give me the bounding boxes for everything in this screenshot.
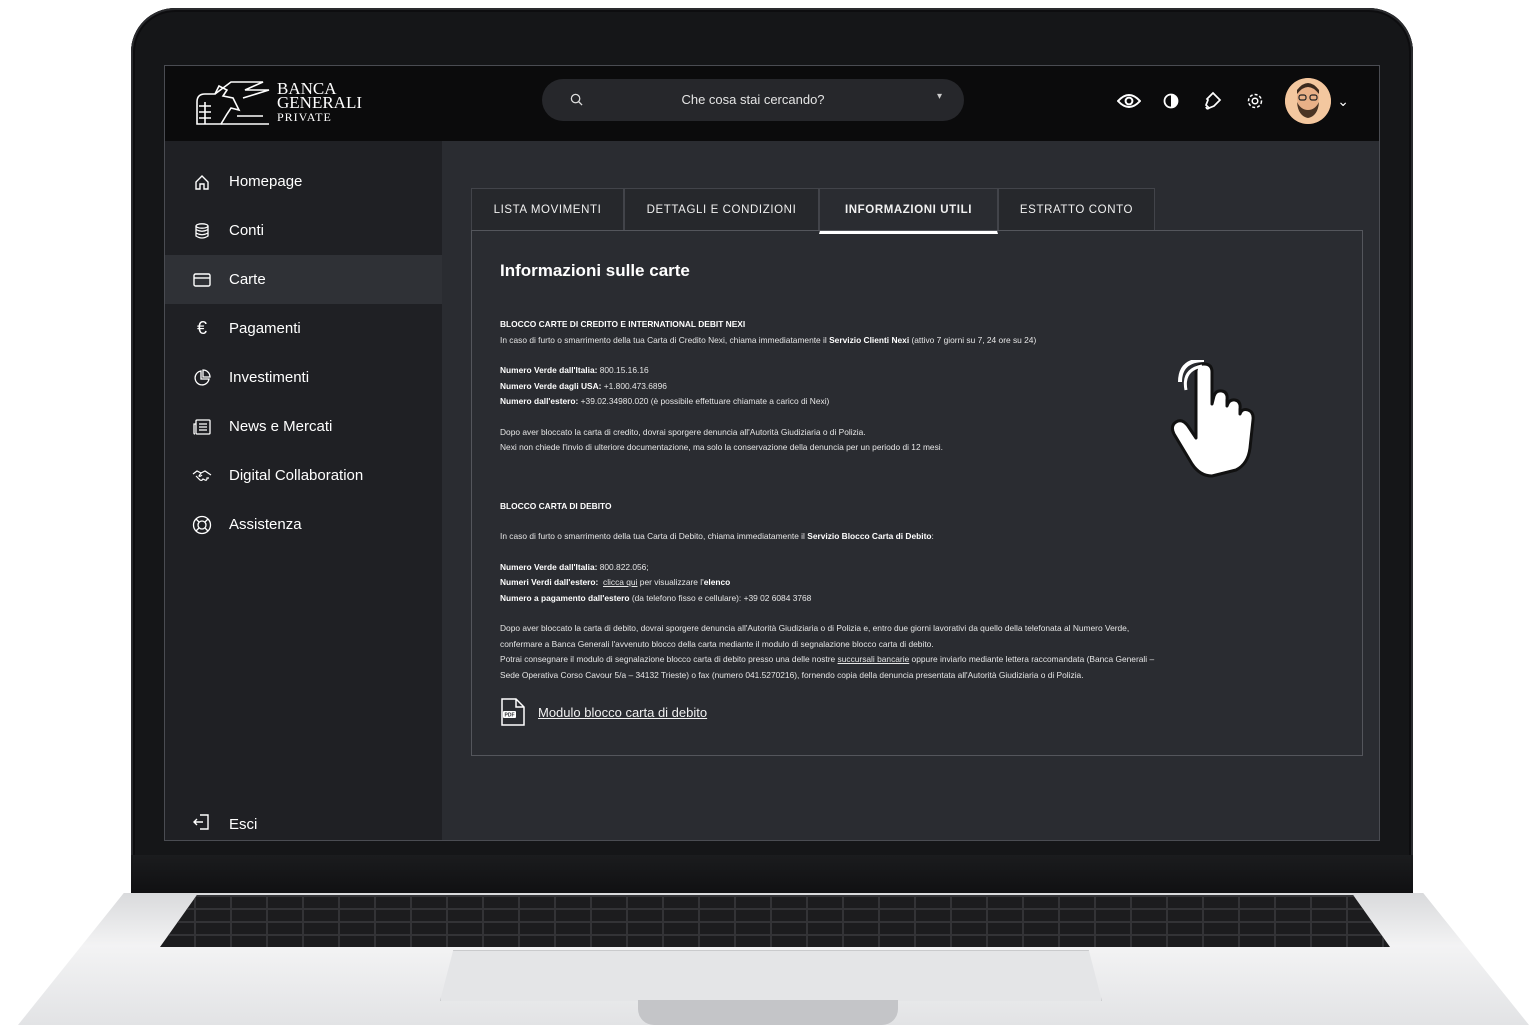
debit-paragraph-1: Dopo aver bloccato la carta di debito, d… <box>500 623 1130 633</box>
number-label: Numero Verde dall'Italia: <box>500 561 598 572</box>
number-value: 800.822.056; <box>597 561 649 572</box>
user-photo-icon <box>1285 78 1332 124</box>
top-bar: BANCA GENERALI PRIVATE Che cosa stai cer… <box>165 66 1379 141</box>
brand-line-3: PRIVATE <box>277 110 332 124</box>
laptop-notch <box>638 1000 898 1025</box>
debit-intro-tail: : <box>931 531 934 541</box>
gear-icon[interactable] <box>1243 89 1267 113</box>
sidebar-item-homepage[interactable]: Homepage <box>165 157 442 206</box>
tab-lista-movimenti[interactable]: LISTA MOVIMENTI <box>471 188 624 231</box>
number-label: Numero a pagamento dall'estero <box>500 592 630 603</box>
sidebar-item-pagamenti[interactable]: € Pagamenti <box>165 304 442 353</box>
sidebar-item-label: News e Mercati <box>229 418 333 435</box>
paragraph-text: oppure inviarlo mediante lettera raccoma… <box>909 654 1155 664</box>
debit-paragraph-2: confermare a Banca Generali l'avvenuto b… <box>500 638 934 649</box>
sidebar-item-investimenti[interactable]: Investimenti <box>165 353 442 402</box>
news-icon <box>192 417 212 437</box>
debit-paragraph-4: Sede Operativa Corso Cavour 5/a – 34132 … <box>500 669 1084 680</box>
contrast-icon[interactable] <box>1159 89 1183 113</box>
bell-icon[interactable] <box>1201 89 1225 113</box>
page-title: Informazioni sulle carte <box>500 261 690 280</box>
search-placeholder[interactable]: Che cosa stai cercando? <box>542 92 964 107</box>
debit-number-paid: Numero a pagamento dall'estero (da telef… <box>500 591 1330 607</box>
sidebar-item-digital-collaboration[interactable]: Digital Collaboration <box>165 451 442 500</box>
sidebar: Homepage Conti Carte € Pagamenti Investi… <box>165 141 442 840</box>
euro-icon: € <box>196 318 207 338</box>
pdf-download-link[interactable]: PDF Modulo blocco carta di debito <box>500 697 707 727</box>
number-value: 800.15.16.16 <box>597 365 649 375</box>
app-screen: BANCA GENERALI PRIVATE Che cosa stai cer… <box>164 65 1380 841</box>
credit-heading: BLOCCO CARTE DI CREDITO E INTERNATIONAL … <box>500 319 746 329</box>
main-content: LISTA MOVIMENTI DETTAGLI E CONDIZIONI IN… <box>442 141 1379 840</box>
sidebar-item-news[interactable]: News e Mercati <box>165 402 442 451</box>
chevron-down-icon[interactable]: ▾ <box>937 91 942 102</box>
pointer-hand-icon <box>1170 360 1255 478</box>
lifebuoy-icon <box>192 515 212 535</box>
debit-paragraph-3: Potrai consegnare il modulo di segnalazi… <box>500 652 1330 668</box>
paragraph-text: Potrai consegnare il modulo di segnalazi… <box>500 654 838 664</box>
sidebar-item-label: Homepage <box>229 173 303 190</box>
succursali-link[interactable]: succursali bancarie <box>838 654 910 664</box>
debit-number-abroad: Numeri Verdi dall'estero: clicca qui per… <box>500 575 1330 591</box>
tab-bar: LISTA MOVIMENTI DETTAGLI E CONDIZIONI IN… <box>471 188 1155 234</box>
credit-intro-tail: (attivo 7 giorni su 7, 24 ore su 24) <box>909 334 1037 345</box>
laptop-trackpad <box>440 950 1102 1001</box>
sidebar-item-label: Conti <box>229 222 265 239</box>
debit-service-name: Servizio Blocco Carta di Debito <box>807 531 932 541</box>
brand-logo[interactable]: BANCA GENERALI PRIVATE <box>193 80 362 126</box>
laptop-keyboard <box>160 895 1390 947</box>
credit-service-name: Servizio Clienti Nexi <box>829 334 910 345</box>
credit-intro: In caso di furto o smarrimento della tua… <box>500 333 1330 349</box>
tab-dettagli-condizioni[interactable]: DETTAGLI E CONDIZIONI <box>624 188 819 231</box>
card-icon <box>192 270 212 290</box>
tab-estratto-conto[interactable]: ESTRATTO CONTO <box>998 188 1155 231</box>
logout-label: Esci <box>229 815 258 833</box>
lion-logo-icon <box>196 81 270 125</box>
number-label: Numeri Verdi dall'estero: <box>500 577 599 587</box>
logout-button[interactable]: Esci <box>192 814 257 834</box>
chevron-down-icon[interactable]: ⌄ <box>1337 93 1349 110</box>
brand-line-2: GENERALI <box>277 93 362 112</box>
number-value: (da telefono fisso e cellulare): +39 02 … <box>629 592 812 603</box>
debit-intro-text: In caso di furto o smarrimento della tua… <box>500 531 808 541</box>
number-value: +1.800.473.6896 <box>601 380 667 391</box>
pdf-file-icon: PDF <box>501 698 525 726</box>
sidebar-item-label: Carte <box>229 271 266 288</box>
sidebar-item-assistenza[interactable]: Assistenza <box>165 500 442 549</box>
info-panel: Informazioni sulle carte BLOCCO CARTE DI… <box>471 230 1363 756</box>
top-actions: ⌄ <box>1117 78 1349 124</box>
sidebar-item-label: Investimenti <box>229 369 310 386</box>
home-icon <box>192 172 212 192</box>
list-bold: elenco <box>703 577 731 587</box>
number-value: +39.02.34980.020 (è possibile effettuare… <box>578 396 830 406</box>
avatar[interactable] <box>1285 78 1332 124</box>
sidebar-item-label: Pagamenti <box>229 320 301 337</box>
logout-icon <box>192 814 212 834</box>
number-label: Numero Verde dagli USA: <box>500 380 602 391</box>
debit-intro: In caso di furto o smarrimento della tua… <box>500 529 1330 545</box>
pdf-link-label[interactable]: Modulo blocco carta di debito <box>538 705 707 720</box>
credit-intro-text: In caso di furto o smarrimento della tua… <box>500 334 830 345</box>
number-label: Numero dall'estero: <box>500 396 579 406</box>
number-label: Numero Verde dall'Italia: <box>500 365 598 375</box>
sidebar-item-conti[interactable]: Conti <box>165 206 442 255</box>
svg-text:PDF: PDF <box>505 713 515 719</box>
sidebar-item-carte[interactable]: Carte <box>165 255 442 304</box>
sidebar-item-label: Assistenza <box>229 516 302 533</box>
search-bar[interactable]: Che cosa stai cercando? ▾ <box>542 79 964 121</box>
handshake-icon <box>192 466 212 486</box>
database-icon <box>192 221 212 241</box>
list-text: per visualizzare l' <box>637 577 704 587</box>
clicca-qui-link[interactable]: clicca qui <box>603 577 637 587</box>
sidebar-item-label: Digital Collaboration <box>229 467 364 484</box>
debit-number-italy: Numero Verde dall'Italia: 800.822.056; <box>500 560 1330 576</box>
brand-name: BANCA GENERALI PRIVATE <box>277 80 362 124</box>
tab-informazioni-utili[interactable]: INFORMAZIONI UTILI <box>819 188 998 234</box>
debit-heading: BLOCCO CARTA DI DEBITO <box>500 500 612 511</box>
pie-chart-icon <box>192 368 212 388</box>
eye-icon[interactable] <box>1117 89 1142 113</box>
sidebar-nav: Homepage Conti Carte € Pagamenti Investi… <box>165 141 442 549</box>
